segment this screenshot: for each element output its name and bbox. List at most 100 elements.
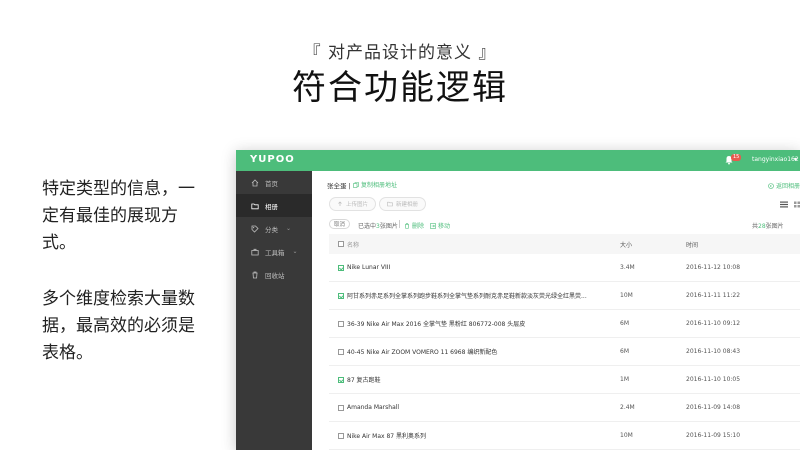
row-name[interactable]: 87 复古跑鞋 [345,375,620,384]
delete-label: 删除 [412,223,425,230]
row-size: 3.4M [620,264,635,271]
cancel-button[interactable]: 取消 [329,219,351,229]
chevron-down-icon[interactable]: ▾ [794,156,797,163]
copy-icon [353,181,359,188]
selected-count-text: 已选中3张图片 [358,221,398,230]
selected-suffix: 张图片 [379,223,398,230]
file-table: 名称 大小 时间 Nike Lunar VIII 3.4M 2016-11-12 1… [329,234,800,450]
row-name[interactable]: Nike Air Max 87 黑利奥系列 [345,431,620,440]
total-suffix: 张图片 [765,223,784,230]
sidebar-item-toolbox[interactable]: 工具箱 ⌄ [236,240,312,263]
sidebar-item-label: 工具箱 [265,248,285,257]
total-count-text: 共28张图片 [752,221,800,230]
upload-image-label: 上传图片 [346,202,369,208]
logo[interactable]: YUPOO [250,154,295,165]
row-time: 2016-11-12 10:08 [686,264,741,271]
row-time: 2016-11-09 15:10 [686,432,741,439]
toolbox-icon [251,248,259,255]
divider [399,220,400,228]
row-checkbox-cell[interactable] [329,320,345,327]
sidebar-item-categories[interactable]: 分类 ⌄ [236,217,312,240]
row-checkbox[interactable] [338,348,344,355]
selected-prefix: 已选中 [358,223,377,230]
select-all-cell[interactable] [329,241,345,247]
table-row[interactable]: Amanda Marshall 2.4M 2016-11-09 14:08 [329,394,800,422]
sidebar-item-label: 首页 [265,179,278,188]
username[interactable]: tangyinxiao162 [752,156,799,163]
row-checkbox[interactable] [338,404,344,411]
trash-icon [405,222,409,229]
row-name[interactable]: Amanda Marshall [345,404,620,411]
upload-image-button[interactable]: 上传图片 [329,197,377,211]
copy-album-link[interactable]: 复制相册地址 [353,180,397,189]
row-size: 10M [620,432,633,439]
row-checkbox[interactable] [338,264,344,271]
table-row[interactable]: 87 复古跑鞋 1M 2016-11-10 10:05 [329,366,800,394]
row-checkbox-cell[interactable] [329,348,345,355]
table-row[interactable]: 40-45 Nike Air ZOOM VOMERO 11 6968 编织新配色… [329,338,800,366]
row-time: 2016-11-09 14:08 [686,404,741,411]
row-name[interactable]: 阿甘系列赤足系列全掌系列跑步鞋系列全掌气垫系列耐克赤足鞋新款淡灰荧光绿全红黑荧.… [345,291,620,300]
slide-paragraph-2: 多个维度检索大量数据，最高效的必须是表格。 [42,289,195,363]
select-all-checkbox[interactable] [338,241,344,247]
row-checkbox-cell[interactable] [329,264,345,271]
row-checkbox-cell[interactable] [329,292,345,299]
row-size: 2.4M [620,404,635,411]
move-button[interactable]: 移动 [430,221,450,230]
breadcrumb: 张全蛋 | [327,182,351,190]
row-size: 6M [620,348,629,355]
add-folder-icon [387,201,393,207]
sidebar-item-home[interactable]: 首页 [236,171,312,194]
trash-icon [252,271,258,278]
sidebar-item-label: 回收站 [265,271,285,280]
row-time: 2016-11-11 11:22 [686,292,741,299]
back-arrow-icon [768,182,774,189]
row-checkbox-cell[interactable] [329,404,345,411]
column-header-name[interactable]: 名称 [345,240,620,249]
table-row[interactable]: Nike Lunar VIII 3.4M 2016-11-12 10:08 [329,254,800,282]
sidebar: 首页 相册 分类 ⌄ 工具箱 ⌄ 回收站 [236,171,312,450]
new-album-button[interactable]: 新建相册 [379,197,427,211]
total-count: 28 [758,223,766,230]
row-checkbox[interactable] [338,320,344,327]
sidebar-item-trash[interactable]: 回收站 [236,263,312,286]
table-row[interactable]: 36-39 Nike Air Max 2016 全掌气垫 黑粉红 806772-… [329,310,800,338]
table-header: 名称 大小 时间 [329,234,800,254]
grid-view-icon[interactable] [794,201,800,208]
chevron-down-icon: ⌄ [292,248,298,255]
sidebar-item-albums[interactable]: 相册 [236,194,312,217]
sidebar-item-label: 相册 [265,202,278,211]
row-checkbox-cell[interactable] [329,376,345,383]
list-view-icon[interactable] [780,201,788,208]
tag-icon [251,225,259,233]
upload-icon [338,201,342,206]
slide-title: 符合功能逻辑 [292,68,508,108]
table-body: Nike Lunar VIII 3.4M 2016-11-12 10:08 阿甘系列赤… [329,254,800,450]
slide-paragraph-1: 特定类型的信息，一定有最佳的展现方式。 [42,179,195,253]
sidebar-item-label: 分类 [265,225,278,234]
row-size: 6M [620,320,629,327]
row-checkbox[interactable] [338,432,344,439]
table-row[interactable]: Nike Air Max 87 黑利奥系列 10M 2016-11-09 15:10 [329,422,800,450]
folder-icon [251,203,259,209]
row-checkbox[interactable] [338,292,344,299]
back-to-album-link[interactable]: 返回相册 [768,181,800,190]
row-time: 2016-11-10 09:12 [686,320,741,327]
move-label: 移动 [438,223,451,230]
row-time: 2016-11-10 08:43 [686,348,741,355]
row-name[interactable]: 36-39 Nike Air Max 2016 全掌气垫 黑粉红 806772-… [345,319,620,328]
row-name[interactable]: Nike Lunar VIII [345,264,620,271]
row-checkbox[interactable] [338,376,344,383]
table-row[interactable]: 阿甘系列赤足系列全掌系列跑步鞋系列全掌气垫系列耐克赤足鞋新款淡灰荧光绿全红黑荧.… [329,282,800,310]
row-checkbox-cell[interactable] [329,432,345,439]
back-to-album-label: 返回相册 [775,183,800,190]
new-album-label: 新建相册 [396,202,419,208]
row-size: 10M [620,292,633,299]
column-header-size[interactable]: 大小 [620,240,686,249]
move-icon [430,222,436,229]
delete-button[interactable]: 删除 [404,221,424,230]
home-icon [251,178,259,186]
column-header-time[interactable]: 时间 [686,240,800,249]
row-size: 1M [620,376,629,383]
row-name[interactable]: 40-45 Nike Air ZOOM VOMERO 11 6968 编织新配色 [345,347,620,356]
